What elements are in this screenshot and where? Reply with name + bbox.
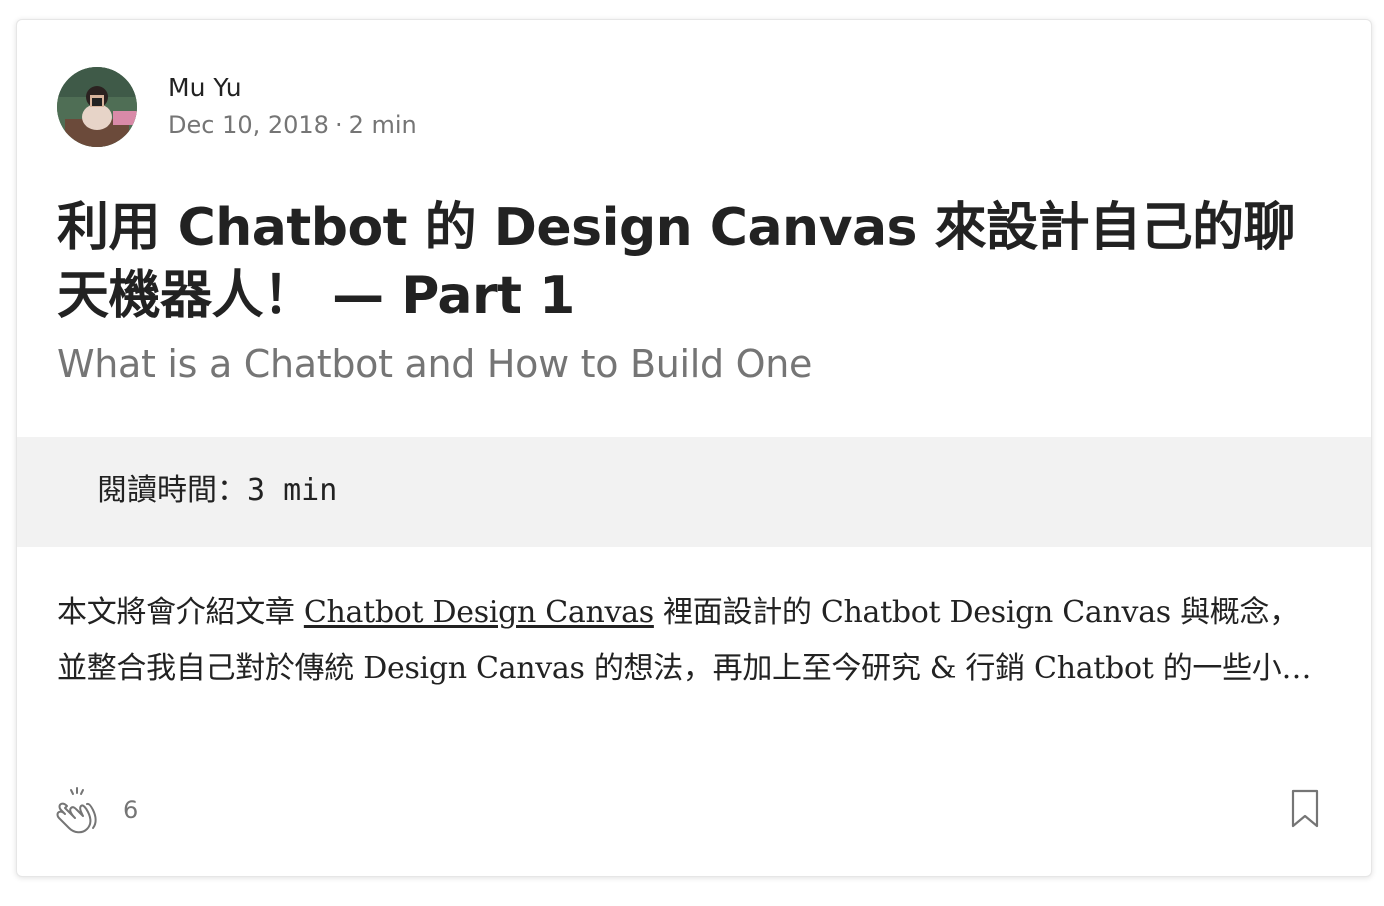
read-time: 2 min: [348, 111, 417, 139]
excerpt-text-before: 本文將會介紹文章: [57, 595, 304, 630]
bookmark-icon: [1291, 789, 1319, 828]
excerpt-link[interactable]: Chatbot Design Canvas: [304, 595, 654, 630]
clap-count: 6: [123, 796, 139, 824]
reading-time-text: 閱讀時間：3 min: [97, 473, 338, 508]
avatar[interactable]: [57, 67, 137, 147]
post-footer: 6: [53, 784, 1319, 836]
post-title[interactable]: 利用 Chatbot 的 Design Canvas 來設計自己的聊天機器人！ …: [57, 194, 1317, 330]
post-meta: Dec 10, 2018 · 2 min: [168, 106, 417, 144]
author-row: Mu Yu Dec 10, 2018 · 2 min: [57, 66, 417, 148]
post-date: Dec 10, 2018: [168, 111, 329, 139]
author-name-link[interactable]: Mu Yu: [168, 70, 417, 106]
post-card[interactable]: Mu Yu Dec 10, 2018 · 2 min 利用 Chatbot 的 De…: [16, 19, 1372, 877]
meta-separator: ·: [334, 111, 343, 139]
post-excerpt[interactable]: 本文將會介紹文章 Chatbot Design Canvas 裡面設計的 Cha…: [57, 585, 1317, 697]
clap-icon: [56, 787, 97, 834]
bookmark-button[interactable]: [1288, 788, 1322, 830]
post-subtitle[interactable]: What is a Chatbot and How to Build One: [57, 338, 812, 390]
clap-button[interactable]: [53, 784, 105, 836]
reading-time-block: 閱讀時間：3 min: [17, 437, 1371, 547]
avatar-photo-icon: [57, 67, 137, 147]
author-meta: Mu Yu Dec 10, 2018 · 2 min: [168, 70, 417, 144]
